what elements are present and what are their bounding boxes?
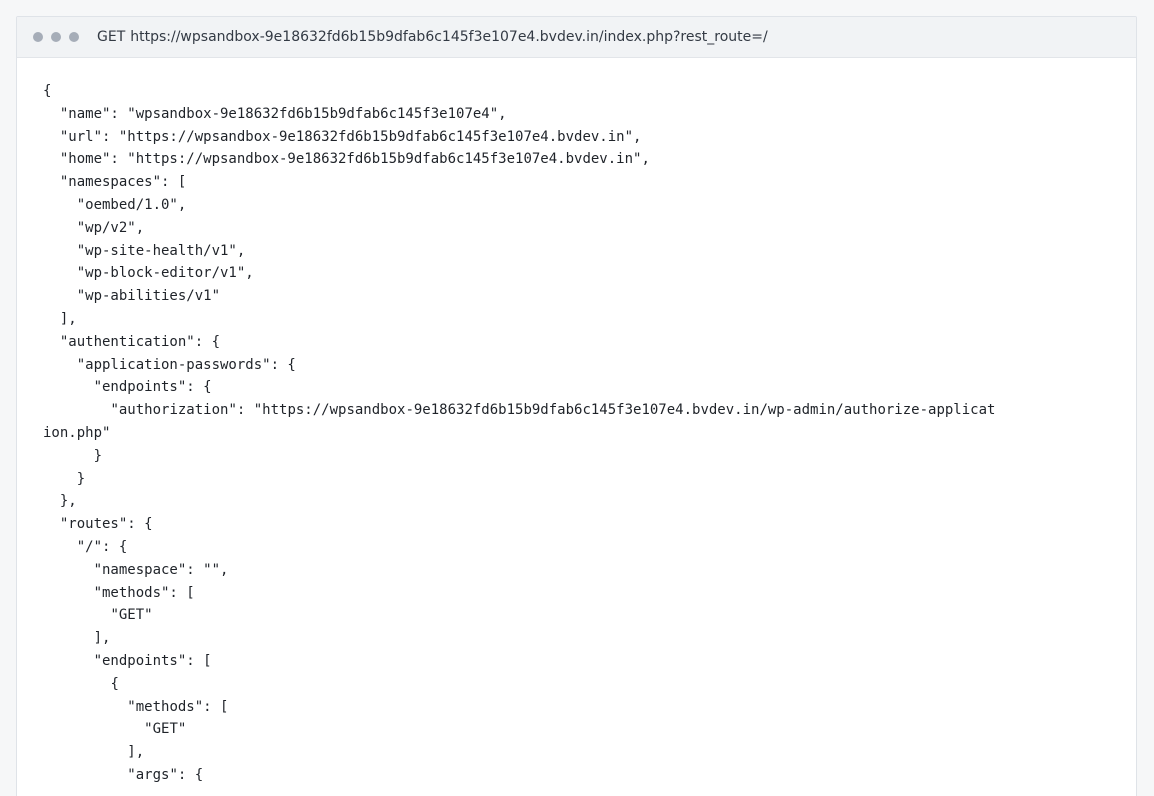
window-titlebar: GET https://wpsandbox-9e18632fd6b15b9dfab…: [17, 17, 1136, 58]
window-dot-icon: [69, 32, 79, 42]
response-body-container: { "name": "wpsandbox-9e18632fd6b15b9dfab…: [17, 58, 1136, 787]
request-line: GET https://wpsandbox-9e18632fd6b15b9dfab…: [97, 29, 768, 45]
response-window: GET https://wpsandbox-9e18632fd6b15b9dfab…: [16, 16, 1137, 796]
request-url: https://wpsandbox-9e18632fd6b15b9dfab6c1…: [130, 29, 768, 45]
request-method: GET: [97, 29, 126, 45]
window-dot-icon: [33, 32, 43, 42]
window-dot-icon: [51, 32, 61, 42]
window-controls: [33, 32, 79, 42]
json-response-body: { "name": "wpsandbox-9e18632fd6b15b9dfab…: [43, 83, 996, 783]
